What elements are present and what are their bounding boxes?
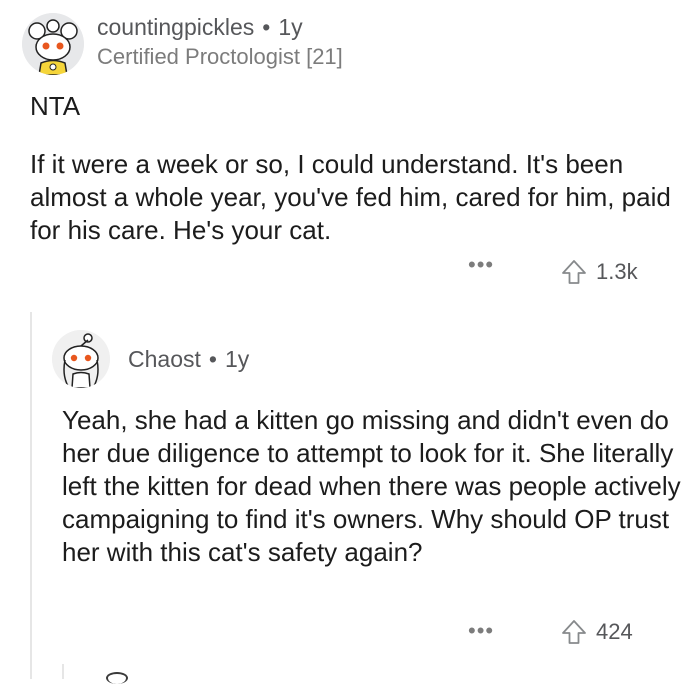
upvote-count: 1.3k: [596, 259, 638, 284]
username-text[interactable]: countingpickles: [97, 14, 254, 40]
more-options-button[interactable]: •••: [468, 252, 494, 278]
snoo-avatar-default-icon: [52, 330, 110, 388]
comment-body: If it were a week or so, I could underst…: [30, 149, 671, 245]
meta-separator: •: [208, 346, 217, 372]
comment-chaost: Chaost • 1y Yeah, she had a kitten go miss…: [0, 312, 700, 679]
user-avatar[interactable]: [22, 13, 84, 75]
comment-age: 1y: [278, 14, 303, 40]
comment-author[interactable]: countingpickles • 1y: [97, 14, 303, 41]
next-avatar-peek: [106, 672, 128, 684]
upvote-arrow-icon[interactable]: [560, 258, 588, 286]
upvote-control[interactable]: 1.3k: [560, 258, 638, 286]
upvote-arrow-icon[interactable]: [560, 618, 588, 646]
user-avatar[interactable]: [52, 330, 110, 388]
comment-verdict: NTA: [30, 91, 81, 121]
child-thread-line[interactable]: [62, 664, 64, 679]
user-flair: Certified Proctologist [21]: [97, 44, 343, 69]
username-text[interactable]: Chaost: [128, 346, 201, 372]
snoo-avatar-koala-icon: [22, 13, 84, 75]
comment-author[interactable]: Chaost • 1y: [128, 346, 249, 373]
comment-countingpickles: countingpickles • 1y Certified Proctologis…: [0, 0, 700, 300]
upvote-count: 424: [596, 619, 633, 644]
comment-body: Yeah, she had a kitten go missing and di…: [62, 405, 681, 567]
meta-separator: •: [262, 14, 271, 40]
comment-age: 1y: [224, 346, 250, 372]
more-options-button[interactable]: •••: [468, 618, 494, 644]
upvote-control[interactable]: 424: [560, 618, 633, 646]
